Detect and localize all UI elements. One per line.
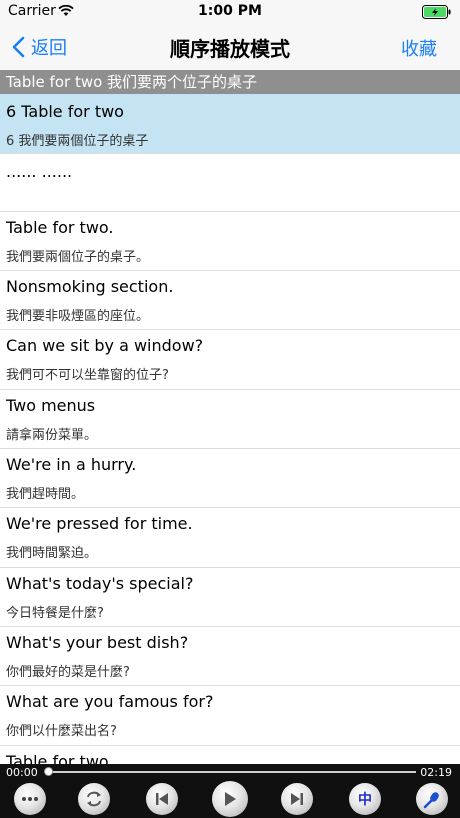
- list-item-english: ...... ......: [6, 162, 73, 181]
- list-item-chinese: 我們可不可以坐靠窗的位子?: [6, 368, 169, 383]
- status-bar: Carrier 1:00 PM: [0, 0, 460, 24]
- list-item-chinese: 請拿兩份菜單。: [6, 428, 98, 443]
- list-item-english: Table for two: [6, 752, 109, 764]
- list-item-english: We're in a hurry.: [6, 455, 137, 474]
- battery-charging-icon: [422, 5, 451, 19]
- list-item[interactable]: What are you famous for? 你們以什麼菜出名?: [0, 686, 460, 746]
- list-item-english: What are you famous for?: [6, 692, 214, 711]
- play-button[interactable]: [212, 781, 248, 817]
- progress-thumb[interactable]: [44, 767, 53, 776]
- list-item-english: What's today's special?: [6, 574, 194, 593]
- list-item[interactable]: Table for two: [0, 746, 460, 764]
- list-item[interactable]: Can we sit by a window? 我們可不可以坐靠窗的位子?: [0, 330, 460, 390]
- chevron-left-icon: [12, 36, 25, 58]
- navigation-bar: 返回 順序播放模式 收藏: [0, 24, 460, 70]
- page-title: 順序播放模式: [170, 37, 290, 61]
- favorite-button[interactable]: 收藏: [401, 35, 437, 61]
- status-time: 1:00 PM: [198, 3, 262, 19]
- back-button[interactable]: 返回: [12, 34, 67, 60]
- language-toggle-button[interactable]: 中: [349, 783, 381, 815]
- list-item-english: We're pressed for time.: [6, 514, 193, 533]
- list-item-chinese: 我們要非吸煙區的座位。: [6, 309, 150, 324]
- list-item-english: What's your best dish?: [6, 633, 189, 652]
- microphone-icon: [423, 792, 439, 809]
- list-item[interactable]: Nonsmoking section. 我們要非吸煙區的座位。: [0, 271, 460, 330]
- list-item-chinese: 你們以什麼菜出名?: [6, 724, 117, 739]
- more-button[interactable]: [14, 783, 46, 815]
- list-item-chinese: 我們要兩個位子的桌子。: [6, 250, 150, 265]
- phrase-list[interactable]: 6 Table for two 6 我們要兩個位子的桌子 ...... ....…: [0, 94, 460, 764]
- repeat-button[interactable]: [78, 783, 110, 815]
- next-button[interactable]: [281, 783, 313, 815]
- repeat-icon: [87, 791, 101, 807]
- more-icon: [22, 797, 38, 801]
- section-header: Table for two 我们要两个位子的桌子: [0, 70, 460, 94]
- next-icon: [291, 793, 303, 805]
- total-time: 02:19: [420, 766, 452, 779]
- list-item-english: Two menus: [6, 396, 96, 415]
- list-item-chinese: 今日特餐是什麼?: [6, 606, 104, 621]
- list-item-chinese: 你們最好的菜是什麼?: [6, 665, 130, 680]
- progress-track[interactable]: [47, 771, 416, 773]
- list-item-chinese: 我們趕時間。: [6, 487, 85, 502]
- current-time: 00:00: [6, 766, 38, 779]
- microphone-button[interactable]: [416, 783, 448, 815]
- list-item-english: Nonsmoking section.: [6, 277, 174, 296]
- list-item[interactable]: Two menus 請拿兩份菜單。: [0, 390, 460, 449]
- list-item[interactable]: What's your best dish? 你們最好的菜是什麼?: [0, 627, 460, 686]
- previous-icon: [156, 793, 168, 805]
- back-button-label: 返回: [31, 38, 67, 59]
- audio-player: 00:00 02:19 中: [0, 764, 460, 818]
- list-item[interactable]: We're in a hurry. 我們趕時間。: [0, 449, 460, 508]
- list-item[interactable]: What's today's special? 今日特餐是什麼?: [0, 568, 460, 627]
- list-item[interactable]: We're pressed for time. 我們時間緊迫。: [0, 508, 460, 568]
- list-item-english: 6 Table for two: [6, 102, 124, 121]
- list-item-chinese: 6 我們要兩個位子的桌子: [6, 134, 149, 149]
- previous-button[interactable]: [146, 783, 178, 815]
- list-item-english: Table for two.: [6, 218, 114, 237]
- list-item[interactable]: ...... ......: [0, 154, 460, 212]
- list-item[interactable]: Table for two. 我們要兩個位子的桌子。: [0, 212, 460, 271]
- list-item-chinese: 我們時間緊迫。: [6, 546, 98, 561]
- list-item-selected[interactable]: 6 Table for two 6 我們要兩個位子的桌子: [0, 94, 460, 154]
- list-item-english: Can we sit by a window?: [6, 336, 204, 355]
- play-icon: [225, 792, 236, 806]
